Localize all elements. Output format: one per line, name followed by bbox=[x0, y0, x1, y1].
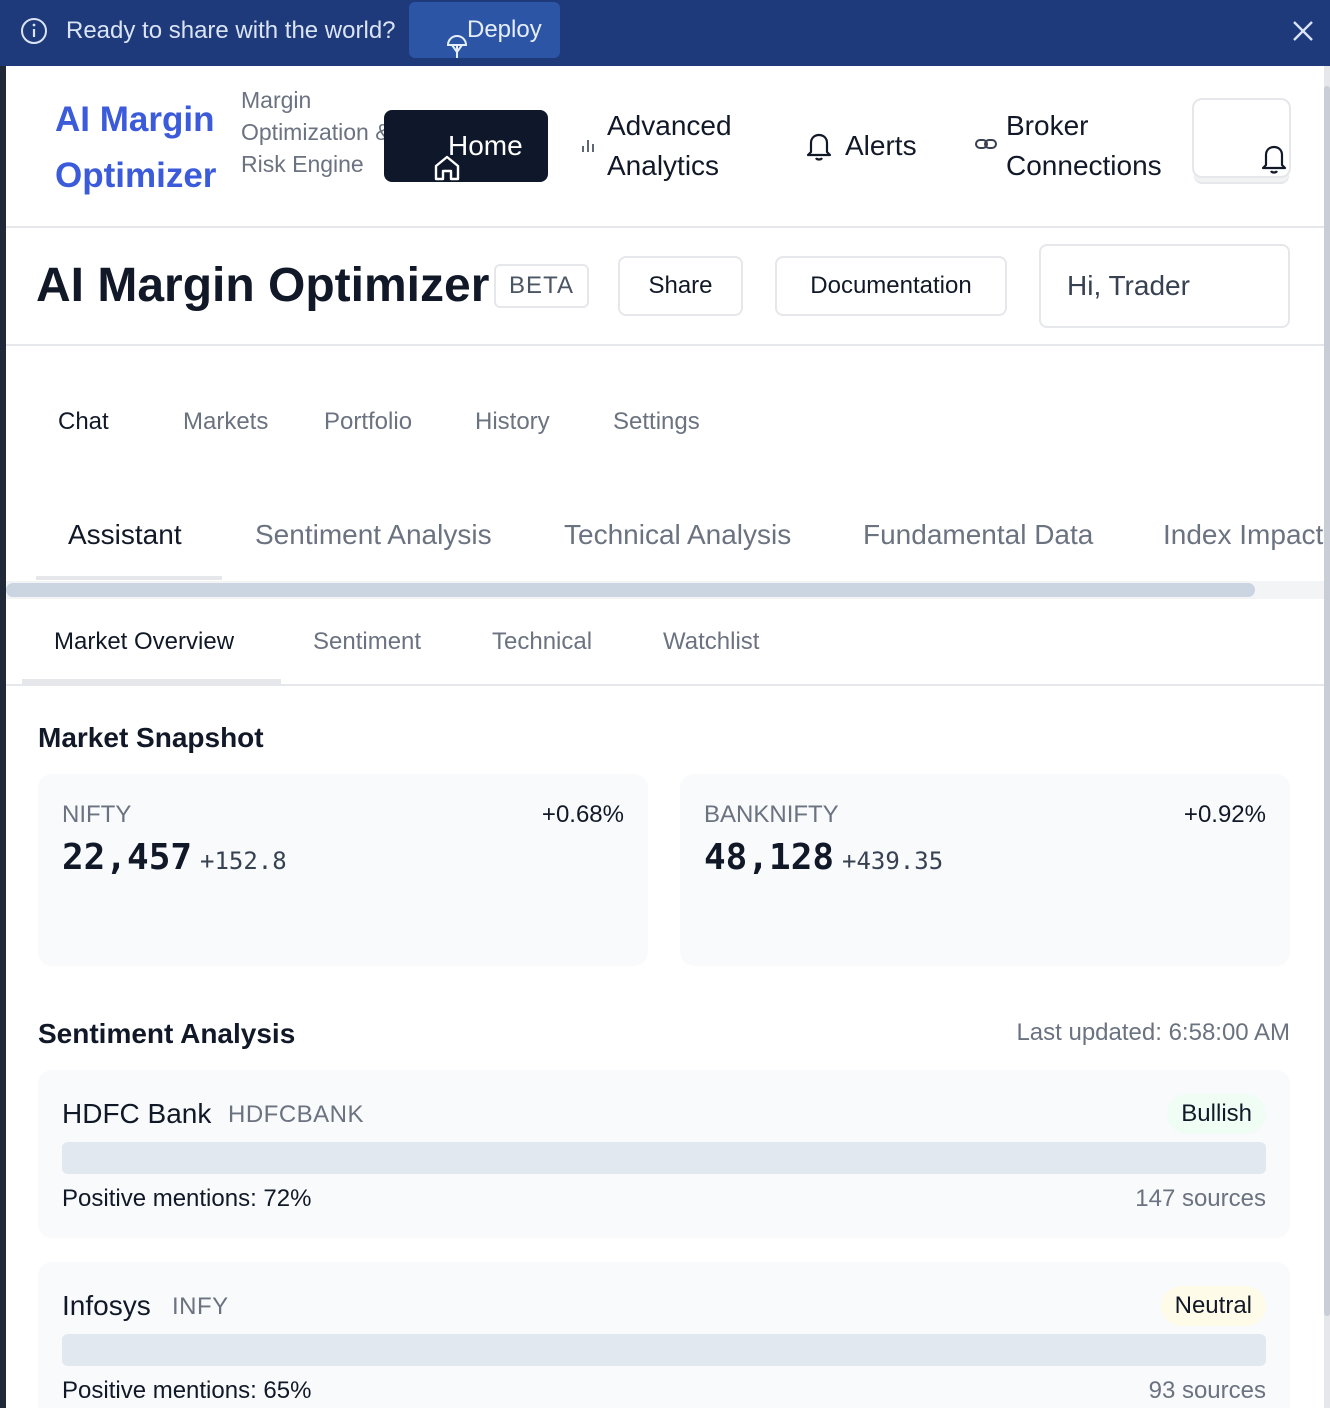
tab-settings[interactable]: Settings bbox=[613, 406, 700, 438]
share-button[interactable]: Share bbox=[618, 256, 743, 316]
index-change: +152.8 bbox=[200, 847, 287, 875]
tab-chat[interactable]: Chat bbox=[58, 406, 109, 438]
source-count: 93 sources bbox=[1148, 1377, 1266, 1404]
sentiment-progress-fill bbox=[62, 1142, 929, 1174]
nav-broker-connections[interactable]: Broker Connections bbox=[1006, 106, 1196, 186]
tab-market-overview[interactable]: Market Overview bbox=[54, 626, 234, 658]
source-count: 147 sources bbox=[1135, 1185, 1266, 1212]
user-greeting[interactable]: Hi, Trader bbox=[1039, 244, 1290, 328]
stock-symbol: INFY bbox=[172, 1293, 229, 1320]
tab-sentiment[interactable]: Sentiment bbox=[313, 626, 421, 658]
notifications-button[interactable] bbox=[1192, 98, 1291, 178]
tab-technical[interactable]: Technical bbox=[492, 626, 592, 658]
positive-mentions: Positive mentions: 72% bbox=[62, 1185, 312, 1212]
vertical-scrollbar[interactable] bbox=[1324, 66, 1330, 1408]
tab-sentiment-analysis[interactable]: Sentiment Analysis bbox=[255, 516, 492, 554]
nav-alerts[interactable]: Alerts bbox=[845, 128, 917, 164]
sentiment-badge: Bullish bbox=[1167, 1094, 1266, 1134]
stock-name: HDFC Bank bbox=[62, 1098, 212, 1129]
sentiment-card-hdfcbank[interactable]: HDFC Bank HDFCBANK Bullish Positive ment… bbox=[38, 1070, 1290, 1238]
tab-watchlist[interactable]: Watchlist bbox=[663, 626, 759, 658]
banner-message: Ready to share with the world? bbox=[66, 17, 396, 44]
stock-symbol: HDFCBANK bbox=[228, 1101, 365, 1128]
index-name: BANKNIFTY bbox=[704, 801, 839, 828]
sentiment-card-infy[interactable]: Infosys INFY Neutral Positive mentions: … bbox=[38, 1262, 1290, 1408]
index-value: 48,128 bbox=[704, 837, 835, 878]
tab-technical-analysis[interactable]: Technical Analysis bbox=[564, 516, 791, 554]
sentiment-section-title: Sentiment Analysis bbox=[38, 1018, 296, 1049]
info-icon bbox=[20, 17, 48, 45]
title-divider bbox=[6, 344, 1324, 346]
header-divider bbox=[6, 226, 1324, 228]
tab-history[interactable]: History bbox=[475, 406, 550, 438]
tab-index-impact[interactable]: Index Impact bbox=[1163, 516, 1323, 554]
page-title: AI Margin Optimizer bbox=[36, 259, 490, 312]
deploy-label: Deploy bbox=[467, 16, 542, 43]
sentiment-progress-fill bbox=[62, 1334, 845, 1366]
subtab-divider bbox=[6, 684, 1324, 686]
bar-chart-icon bbox=[581, 136, 595, 159]
sentiment-badge: Neutral bbox=[1160, 1286, 1266, 1326]
scrollbar-thumb[interactable] bbox=[6, 583, 1255, 597]
beta-badge: BETA bbox=[494, 264, 589, 308]
nav-home-label: Home bbox=[448, 130, 523, 161]
index-percent-change: +0.92% bbox=[1183, 801, 1266, 828]
deploy-button[interactable]: Deploy bbox=[409, 2, 560, 58]
market-snapshot-title: Market Snapshot bbox=[38, 722, 264, 753]
link-icon bbox=[974, 136, 998, 157]
last-updated: Last updated: 6:58:00 AM bbox=[1016, 1019, 1290, 1046]
close-icon[interactable] bbox=[1290, 18, 1316, 44]
active-tab-indicator bbox=[36, 576, 222, 580]
tab-markets[interactable]: Markets bbox=[183, 406, 268, 438]
positive-mentions: Positive mentions: 65% bbox=[62, 1377, 312, 1404]
tab-assistant[interactable]: Assistant bbox=[68, 516, 182, 554]
vertical-scrollbar-thumb[interactable] bbox=[1324, 86, 1330, 1316]
sentiment-progress-bar bbox=[62, 1142, 1266, 1174]
tab-fundamental-data[interactable]: Fundamental Data bbox=[863, 516, 1093, 554]
index-percent-change: +0.68% bbox=[541, 801, 624, 828]
index-value: 22,457 bbox=[62, 837, 193, 878]
index-name: NIFTY bbox=[62, 801, 132, 828]
stock-name: Infosys bbox=[62, 1290, 151, 1321]
index-change: +439.35 bbox=[842, 847, 944, 875]
sentiment-progress-bar bbox=[62, 1334, 1266, 1366]
nav-home-button[interactable]: Home bbox=[384, 110, 548, 182]
tab-portfolio[interactable]: Portfolio bbox=[324, 406, 412, 438]
index-card-nifty[interactable]: NIFTY +0.68% 22,457 +152.8 bbox=[38, 774, 648, 966]
logo-title[interactable]: AI Margin Optimizer bbox=[55, 92, 235, 204]
deploy-banner: Ready to share with the world? Deploy bbox=[0, 0, 1330, 66]
app-window: AI Margin Optimizer Margin Optimization … bbox=[6, 66, 1324, 1408]
logo-subtitle: Margin Optimization & Risk Engine bbox=[241, 87, 391, 177]
documentation-button[interactable]: Documentation bbox=[775, 256, 1007, 316]
bell-icon bbox=[804, 130, 834, 167]
nav-advanced-analytics[interactable]: Advanced Analytics bbox=[607, 106, 777, 186]
horizontal-scrollbar[interactable] bbox=[6, 581, 1324, 599]
index-card-banknifty[interactable]: BANKNIFTY +0.92% 48,128 +439.35 bbox=[680, 774, 1290, 966]
